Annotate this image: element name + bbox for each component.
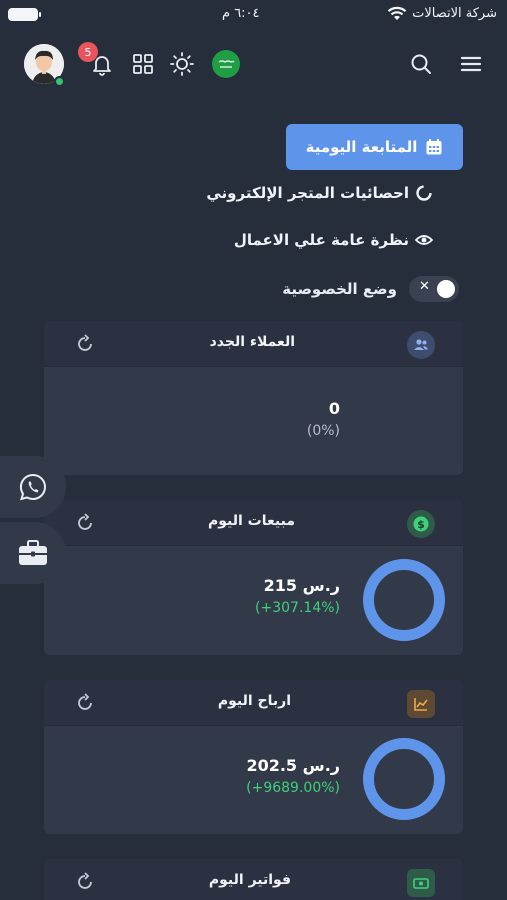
daily-followup-button[interactable]: المتابعة اليومية (286, 124, 463, 170)
users-icon (407, 331, 435, 359)
business-overview-link[interactable]: نظرة عامة علي الاعمال (234, 231, 433, 249)
card-title: مبيعات اليوم (207, 513, 295, 529)
top-nav: 5 (0, 40, 507, 90)
card-title: العملاء الجدد (209, 334, 295, 350)
wifi-icon (387, 6, 407, 20)
card-header: فواتير اليوم (44, 859, 463, 900)
refresh-icon[interactable] (74, 512, 96, 534)
trend-chart-icon (407, 690, 435, 718)
briefcase-icon (19, 540, 47, 565)
menu-icon (460, 56, 482, 72)
store-stats-link[interactable]: احصائيات المتجر الإلكتروني (206, 184, 433, 202)
today-sales-value: 215 ر.س (263, 576, 340, 595)
notification-badge: 5 (78, 42, 98, 62)
pie-chart-icon (416, 185, 432, 201)
card-title: ارباح اليوم (217, 693, 291, 709)
toggle-off-icon: ✕ (419, 279, 430, 294)
toggle-knob (437, 280, 455, 298)
calendar-icon (426, 139, 442, 155)
card-header: ارباح اليوم (44, 680, 463, 726)
dollar-icon: $ (407, 510, 435, 538)
business-overview-label: نظرة عامة علي الاعمال (233, 231, 409, 249)
privacy-mode-row: وضع الخصوصية ✕ (282, 276, 459, 302)
daily-followup-label: المتابعة اليومية (305, 138, 418, 156)
whatsapp-icon (19, 473, 46, 501)
today-sales-donut-chart (363, 559, 445, 641)
apps-button[interactable] (129, 50, 157, 78)
search-button[interactable] (407, 50, 435, 78)
cash-icon (407, 869, 435, 897)
today-profits-change: (+9689.00%) (246, 780, 340, 796)
privacy-mode-label: وضع الخصوصية (282, 280, 397, 298)
card-header: العملاء الجدد (44, 321, 463, 367)
language-button[interactable] (212, 50, 240, 78)
today-invoices-card: فواتير اليوم (44, 859, 463, 900)
privacy-mode-toggle[interactable]: ✕ (409, 276, 459, 302)
card-header: مبيعات اليوم $ (44, 500, 463, 546)
svg-text:$: $ (417, 518, 425, 531)
new-customers-change: (0%) (306, 423, 340, 439)
refresh-icon[interactable] (74, 333, 96, 355)
theme-toggle-button[interactable] (168, 50, 196, 78)
whatsapp-button[interactable] (0, 456, 66, 518)
refresh-icon[interactable] (74, 871, 96, 893)
today-sales-change: (+307.14%) (255, 600, 340, 616)
battery-icon (8, 8, 41, 21)
menu-button[interactable] (457, 50, 485, 78)
online-status-dot (54, 76, 65, 87)
apps-grid-icon (133, 54, 153, 74)
today-profits-value: 202.5 ر.س (246, 756, 340, 775)
business-tools-button[interactable] (0, 522, 66, 584)
new-customers-card: العملاء الجدد 0 (0%) (44, 321, 463, 475)
store-stats-label: احصائيات المتجر الإلكتروني (206, 184, 409, 202)
eye-icon (415, 235, 433, 245)
new-customers-value: 0 (328, 399, 340, 418)
card-title: فواتير اليوم (208, 872, 291, 888)
today-sales-card: مبيعات اليوم $ 215 ر.س (+307.14%) (44, 500, 463, 655)
status-bar: ٦:٠٤ م شركة الاتصالات (0, 0, 507, 30)
carrier-name: شركة الاتصالات (412, 6, 497, 21)
today-profits-card: ارباح اليوم 202.5 ر.س (+9689.00%) (44, 680, 463, 834)
sun-icon (170, 52, 194, 76)
saudi-flag-icon (218, 60, 235, 68)
status-time: ٦:٠٤ م (222, 6, 260, 21)
today-profits-donut-chart (363, 738, 445, 820)
search-icon (411, 54, 431, 74)
refresh-icon[interactable] (74, 692, 96, 714)
